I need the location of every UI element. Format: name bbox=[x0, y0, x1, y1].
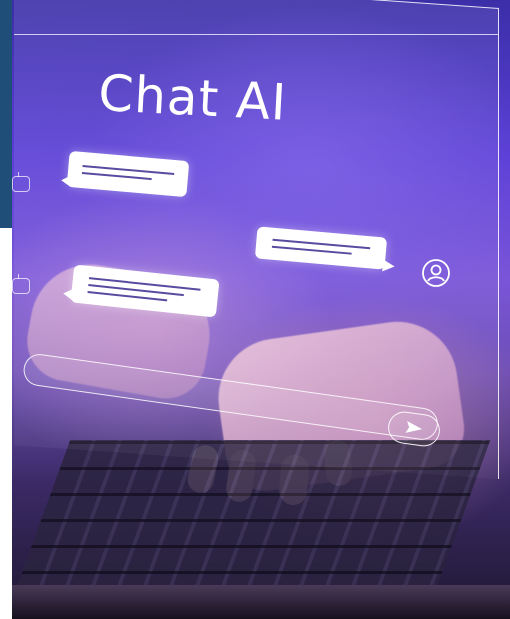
send-icon bbox=[405, 420, 423, 433]
text-line bbox=[271, 245, 352, 255]
bot-icon bbox=[12, 274, 30, 294]
laptop-edge bbox=[12, 585, 510, 619]
bubble-tail bbox=[382, 259, 396, 273]
chat-title: Chat AI bbox=[96, 64, 289, 132]
bot-icon bbox=[12, 172, 30, 192]
bubble-tail bbox=[62, 287, 74, 301]
bubble-tail bbox=[60, 174, 72, 188]
user-icon bbox=[422, 259, 450, 287]
chat-ai-illustration: Chat AI bbox=[0, 0, 510, 619]
text-line bbox=[81, 171, 152, 181]
text-line bbox=[88, 277, 201, 291]
panel-header-divider bbox=[14, 34, 498, 35]
